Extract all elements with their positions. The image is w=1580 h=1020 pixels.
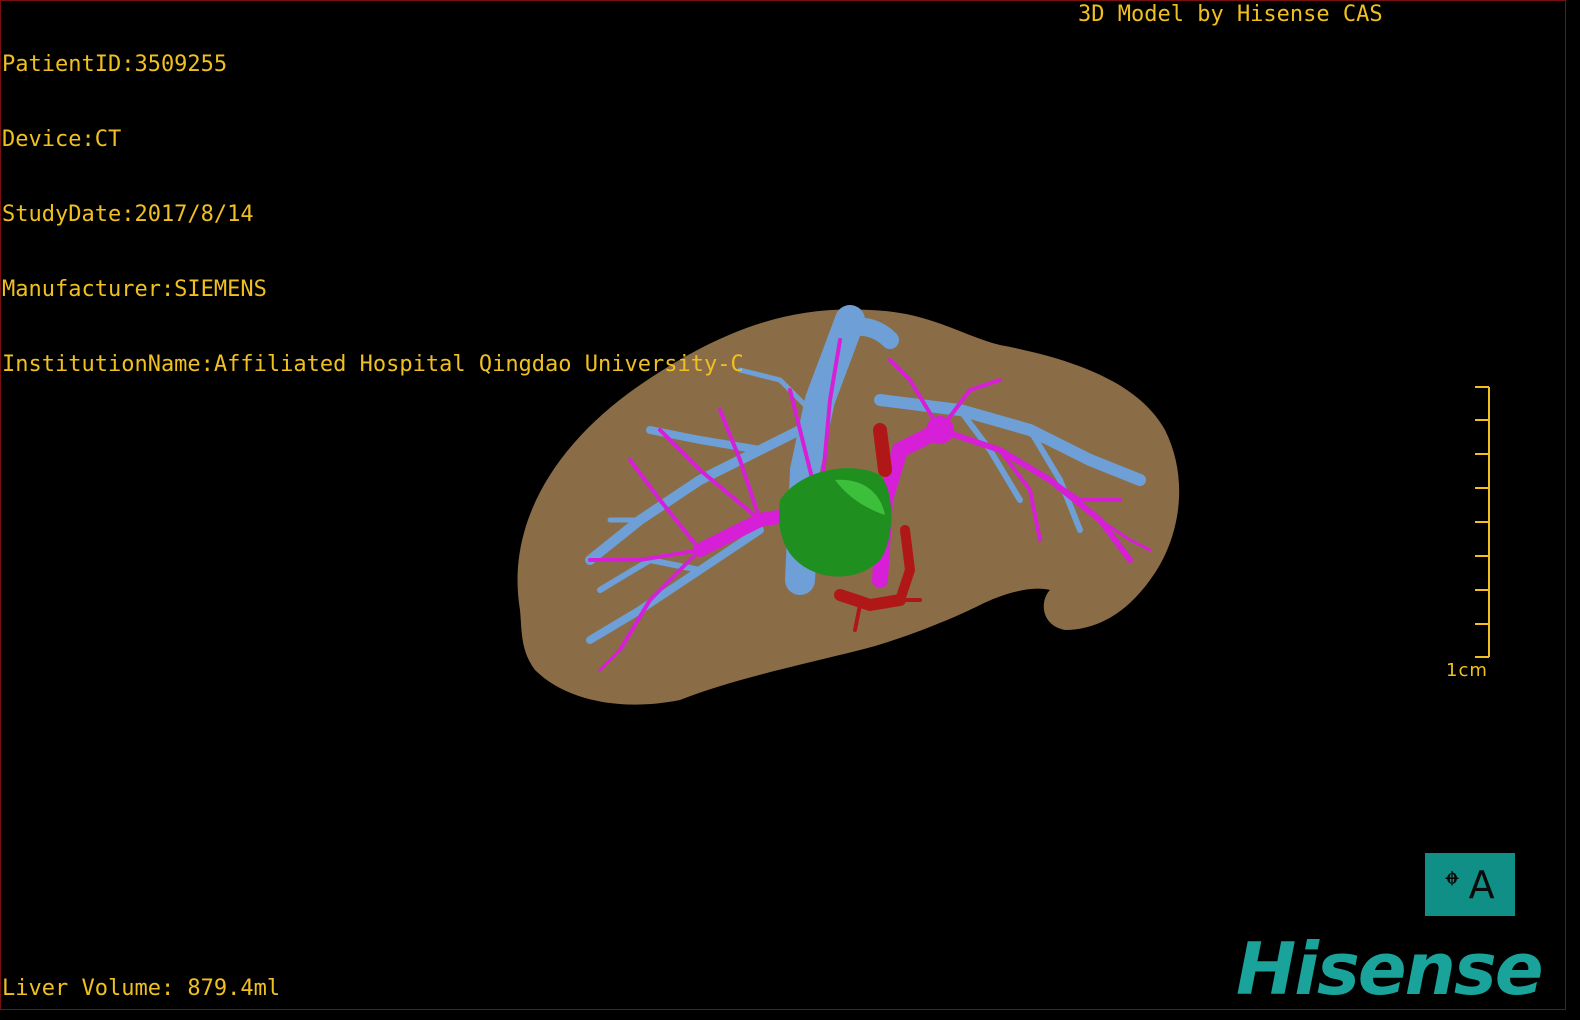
study-date: StudyDate:2017/8/14 [2,202,254,227]
liver-volume: Liver Volume: 879.4ml [2,976,281,1001]
orientation-left-icon: 𝄌 [1445,862,1459,907]
scale-bar [1475,386,1490,658]
orientation-right-icon: A [1468,862,1495,907]
scale-label: 1cm [1446,660,1488,681]
device: Device:CT [2,127,122,152]
patient-id: PatientID:3509255 [2,52,228,77]
orientation-toggle-button[interactable]: 𝄌 A [1425,853,1515,916]
model-caption: 3D Model by Hisense CAS [1078,2,1383,27]
institution-name: InstitutionName:Affiliated Hospital Qing… [2,352,744,377]
patient-info-overlay: PatientID:3509255 Device:CT StudyDate:20… [2,2,744,402]
hisense-logo: Hisense [1236,927,1544,1011]
manufacturer: Manufacturer:SIEMENS [2,277,267,302]
